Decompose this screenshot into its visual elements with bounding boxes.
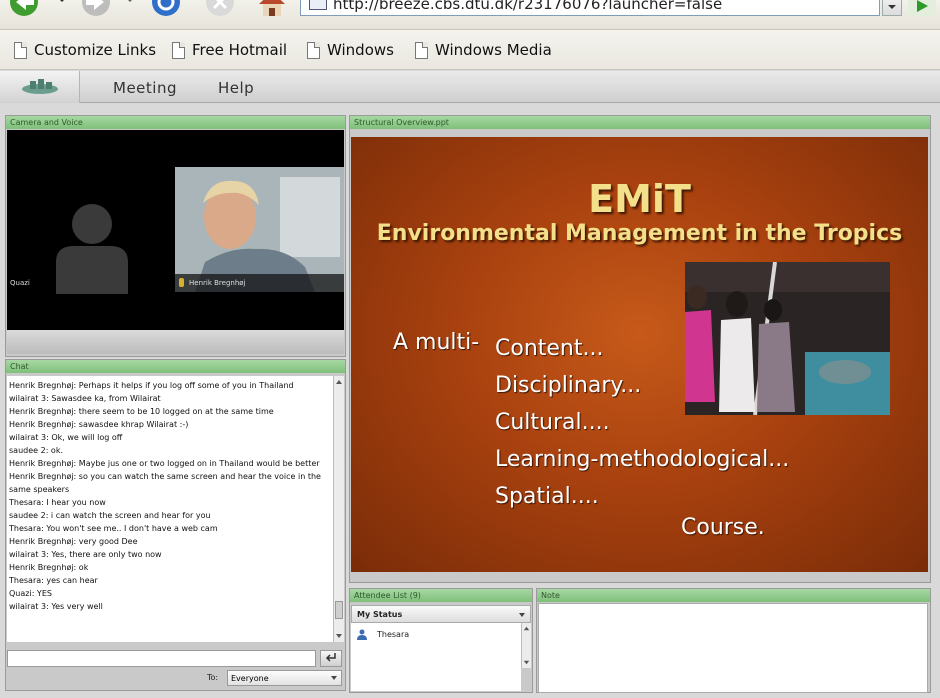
stop-icon[interactable] bbox=[200, 0, 240, 18]
webcam-video: Henrik Bregnhøj bbox=[175, 167, 344, 292]
refresh-icon[interactable] bbox=[146, 0, 186, 18]
note-pod-title: Note bbox=[537, 589, 930, 602]
link-label: Free Hotmail bbox=[192, 41, 288, 59]
chat-scrollbar[interactable] bbox=[333, 376, 344, 642]
chat-message: wilairat 3: Ok, we will log off bbox=[9, 433, 123, 442]
forward-dropdown-icon[interactable] bbox=[124, 0, 136, 12]
camera-pod-title: Camera and Voice bbox=[6, 116, 345, 129]
chevron-down-icon bbox=[331, 676, 337, 680]
chat-to-label: To: bbox=[207, 673, 219, 682]
chat-message-input[interactable] bbox=[7, 650, 316, 667]
chat-message: wilairat 3: Sawasdee ka, from Wilairat bbox=[9, 394, 161, 403]
attendee-pod-title: Attendee List (9) bbox=[350, 589, 532, 602]
chat-pod-title: Chat bbox=[6, 360, 345, 373]
my-status-label: My Status bbox=[357, 610, 403, 619]
slide-closing-text: Course. bbox=[681, 515, 765, 540]
chat-send-button[interactable] bbox=[320, 650, 342, 667]
attendee-row[interactable]: Thesara bbox=[357, 627, 521, 641]
attendee-list: Thesara bbox=[351, 623, 521, 691]
go-arrow-icon[interactable] bbox=[908, 0, 936, 16]
camera-participant-name: Quazi bbox=[10, 279, 30, 287]
slide-subtitle: Environmental Management in the Tropics bbox=[376, 221, 903, 246]
camera-area: Quazi Henrik Bregnhøj bbox=[7, 130, 344, 330]
presentation-slide: EMiT Environmental Management in the Tro… bbox=[351, 137, 928, 572]
chat-message: Henrik Bregnhøj: ok bbox=[9, 563, 89, 572]
breeze-logo[interactable] bbox=[0, 71, 80, 103]
chat-message: Henrik Bregnhøj: Perhaps it helps if you… bbox=[9, 381, 294, 390]
chat-message: Henrik Bregnhøj: sawasdee khrap Wilairat… bbox=[9, 420, 189, 429]
link-free-hotmail[interactable]: Free Hotmail bbox=[172, 39, 287, 61]
chevron-down-icon bbox=[888, 5, 896, 9]
menu-meeting[interactable]: Meeting bbox=[113, 79, 177, 97]
link-windows[interactable]: Windows bbox=[307, 39, 394, 61]
chat-message: wilairat 3: Yes, there are only two now bbox=[9, 550, 162, 559]
chat-recipient-value: Everyone bbox=[231, 674, 269, 683]
scroll-up-icon[interactable] bbox=[334, 377, 344, 387]
link-label: Customize Links bbox=[34, 41, 157, 59]
chat-message: wilairat 3: Yes very well bbox=[9, 602, 103, 611]
slide-bullet-list: Content... Disciplinary... Cultural.... … bbox=[495, 330, 789, 515]
attendee-name: Thesara bbox=[377, 629, 410, 639]
link-label: Windows Media bbox=[435, 41, 552, 59]
webcam-name-bar: Henrik Bregnhøj bbox=[175, 274, 344, 292]
slide-lead-text: A multi- bbox=[393, 330, 480, 355]
chat-message: saudee 2: ok. bbox=[9, 446, 64, 455]
page-icon bbox=[14, 41, 27, 59]
scroll-down-icon[interactable] bbox=[522, 658, 531, 667]
slide-bullet: Content... bbox=[495, 336, 604, 361]
scrollbar-thumb[interactable] bbox=[335, 601, 343, 619]
menu-help[interactable]: Help bbox=[218, 79, 254, 97]
attendee-scrollbar[interactable] bbox=[521, 623, 531, 668]
chat-message: Thesara: I hear you now bbox=[9, 498, 106, 507]
slide-bullet: Learning-methodological... bbox=[495, 447, 790, 472]
link-customize-links[interactable]: Customize Links bbox=[14, 39, 156, 61]
chat-message: saudee 2: i can watch the screen and hea… bbox=[9, 511, 211, 520]
slide-title: EMiT bbox=[588, 177, 691, 221]
camera-participant-name: Henrik Bregnhøj bbox=[189, 279, 246, 287]
note-text-area[interactable] bbox=[538, 603, 928, 693]
slide-bullet: Cultural.... bbox=[495, 410, 610, 435]
back-arrow-icon[interactable] bbox=[8, 0, 48, 18]
chat-message: Henrik Bregnhøj: so you can watch the sa… bbox=[9, 472, 321, 494]
slide-bullet: Spatial.... bbox=[495, 484, 599, 509]
link-windows-media[interactable]: Windows Media bbox=[415, 39, 552, 61]
links-bar: Customize Links Free Hotmail Windows Win… bbox=[0, 30, 940, 70]
page-icon bbox=[415, 41, 428, 59]
scroll-down-icon[interactable] bbox=[334, 631, 344, 641]
slide-bullet: Disciplinary... bbox=[495, 373, 642, 398]
user-silhouette-icon bbox=[56, 204, 128, 294]
address-dropdown-button[interactable] bbox=[882, 0, 902, 16]
chevron-down-icon bbox=[519, 613, 525, 617]
back-dropdown-icon[interactable] bbox=[56, 0, 68, 12]
chat-recipient-select[interactable]: Everyone bbox=[227, 670, 342, 686]
chat-message: Thesara: yes can hear bbox=[9, 576, 98, 585]
chat-message: Quazi: YES bbox=[9, 589, 52, 598]
forward-arrow-icon[interactable] bbox=[76, 0, 116, 18]
chat-log[interactable]: Henrik Bregnhøj: Perhaps it helps if you… bbox=[7, 376, 333, 642]
page-icon bbox=[172, 41, 185, 59]
page-icon bbox=[309, 0, 327, 10]
chat-message: Henrik Bregnhøj: very good Dee bbox=[9, 537, 138, 546]
app-header: Meeting Help bbox=[0, 71, 940, 103]
camera-pod-footer bbox=[7, 330, 344, 354]
user-icon bbox=[357, 629, 367, 640]
share-pod-title: Structural Overview.ppt bbox=[350, 116, 930, 129]
home-icon[interactable] bbox=[255, 0, 289, 18]
chat-message: Henrik Bregnhøj: there seem to be 10 log… bbox=[9, 407, 274, 416]
browser-toolbar: http://breeze.cbs.dtu.dk/r23176076?launc… bbox=[0, 0, 940, 30]
address-url: http://breeze.cbs.dtu.dk/r23176076?launc… bbox=[333, 0, 723, 13]
chat-message: Henrik Bregnhøj: Maybe jus one or two lo… bbox=[9, 459, 320, 468]
my-status-dropdown[interactable]: My Status bbox=[351, 605, 531, 623]
chat-message: Thesara: You won't see me.. I don't have… bbox=[9, 524, 218, 533]
link-label: Windows bbox=[327, 41, 394, 59]
page-icon bbox=[307, 41, 320, 59]
address-bar[interactable]: http://breeze.cbs.dtu.dk/r23176076?launc… bbox=[300, 0, 880, 16]
microphone-icon bbox=[179, 278, 184, 287]
breeze-logo-icon bbox=[22, 79, 58, 94]
scroll-up-icon[interactable] bbox=[522, 624, 531, 633]
enter-arrow-icon bbox=[325, 653, 336, 662]
